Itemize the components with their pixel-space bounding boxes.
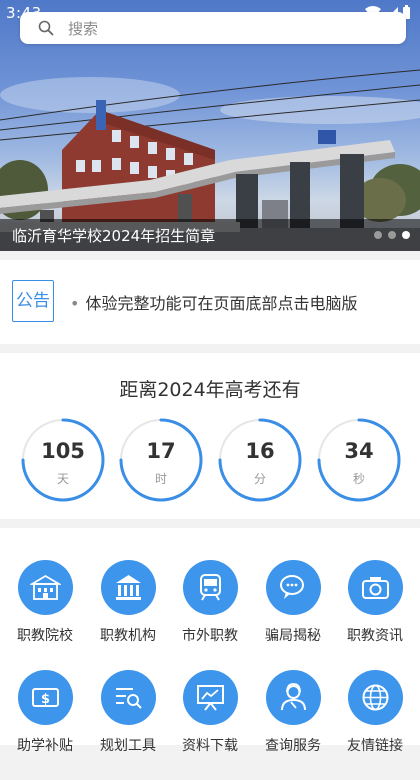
- grid-item-button[interactable]: [348, 560, 403, 615]
- countdown-value: 105: [41, 439, 85, 463]
- grid-item[interactable]: 查询服务: [251, 670, 335, 780]
- school-building-icon: [30, 574, 61, 600]
- grid-item-button[interactable]: [266, 560, 321, 615]
- carousel-dot-active[interactable]: [402, 231, 410, 239]
- search-bar[interactable]: 搜索: [20, 12, 406, 44]
- grid-item-label[interactable]: 市外职教: [168, 625, 252, 645]
- countdown-value: 17: [146, 439, 176, 463]
- notice-bar[interactable]: 公告 • 体验完整功能可在页面底部点击电脑版: [0, 260, 420, 344]
- hero-banner[interactable]: 3:43 搜索 临沂育华学校2024年招生简章: [0, 0, 420, 251]
- grid-item[interactable]: 规划工具: [86, 670, 170, 780]
- countdown-value: 16: [245, 439, 275, 463]
- chat-bubbles-icon: [280, 575, 304, 599]
- search-placeholder[interactable]: 搜索: [68, 18, 98, 39]
- exam-countdown: 距离2024年高考还有 105 天 17 时 16 分 34 秒: [0, 353, 420, 519]
- grid-item[interactable]: 资料下载: [168, 670, 252, 780]
- grid-item-label[interactable]: 职教机构: [86, 625, 170, 645]
- banner-caption-bar[interactable]: 临沂育华学校2024年招生简章: [0, 219, 420, 251]
- presentation-icon: [197, 685, 224, 711]
- grid-item-label[interactable]: 助学补贴: [3, 735, 87, 755]
- search-icon: [38, 20, 54, 36]
- globe-icon: [362, 684, 389, 711]
- grid-item-label[interactable]: 职教院校: [3, 625, 87, 645]
- grid-item[interactable]: 职教机构: [86, 560, 170, 670]
- feature-grid: 职教院校 职教机构 市外职教 骗局揭秘 职教资讯 $ 助学补贴 规划工具 资料下载 查询服务 友情链…: [0, 528, 420, 754]
- camera-icon: [362, 577, 389, 599]
- svg-text:$: $: [41, 692, 50, 707]
- grid-item-button[interactable]: [101, 670, 156, 725]
- grid-item-label[interactable]: 友情链接: [333, 735, 417, 755]
- grid-item-label[interactable]: 骗局揭秘: [251, 625, 335, 645]
- carousel-indicator: [374, 231, 410, 239]
- list-search-icon: [116, 688, 142, 709]
- grid-item-button[interactable]: [348, 670, 403, 725]
- grid-item-button[interactable]: [183, 670, 238, 725]
- notice-text-row[interactable]: • 体验完整功能可在页面底部点击电脑版: [70, 290, 357, 314]
- grid-item-label[interactable]: 资料下载: [168, 735, 252, 755]
- money-icon: $: [32, 688, 59, 707]
- grid-item[interactable]: 职教资讯: [333, 560, 417, 670]
- countdown-unit: 分: [253, 472, 266, 486]
- countdown-ring: 16 分: [217, 417, 303, 503]
- countdown-ring: 105 天: [20, 417, 106, 503]
- notice-tag: 公告: [12, 280, 54, 322]
- grid-item[interactable]: $ 助学补贴: [3, 670, 87, 780]
- grid-item[interactable]: 职教院校: [3, 560, 87, 670]
- grid-item[interactable]: 市外职教: [168, 560, 252, 670]
- grid-item[interactable]: 友情链接: [333, 670, 417, 780]
- countdown-value: 34: [344, 439, 374, 463]
- grid-item-button[interactable]: $: [18, 670, 73, 725]
- notice-text[interactable]: 体验完整功能可在页面底部点击电脑版: [85, 294, 357, 313]
- institution-icon: [116, 575, 141, 600]
- grid-item-button[interactable]: [18, 560, 73, 615]
- grid-item-button[interactable]: [183, 560, 238, 615]
- grid-item-label[interactable]: 职教资讯: [333, 625, 417, 645]
- carousel-dot[interactable]: [388, 231, 396, 239]
- countdown-ring: 34 秒: [316, 417, 402, 503]
- grid-item-label[interactable]: 规划工具: [86, 735, 170, 755]
- grid-item-button[interactable]: [101, 560, 156, 615]
- support-agent-icon: [281, 683, 306, 711]
- notice-bullet: •: [70, 294, 80, 313]
- grid-item[interactable]: 骗局揭秘: [251, 560, 335, 670]
- carousel-dot[interactable]: [374, 231, 382, 239]
- train-icon: [200, 574, 221, 601]
- countdown-unit: 秒: [352, 472, 365, 486]
- countdown-title: 距离2024年高考还有: [119, 379, 301, 401]
- grid-item-label[interactable]: 查询服务: [251, 735, 335, 755]
- banner-caption[interactable]: 临沂育华学校2024年招生简章: [12, 225, 215, 246]
- countdown-ring: 17 时: [118, 417, 204, 503]
- countdown-unit: 天: [56, 472, 69, 486]
- countdown-unit: 时: [154, 472, 167, 486]
- grid-item-button[interactable]: [266, 670, 321, 725]
